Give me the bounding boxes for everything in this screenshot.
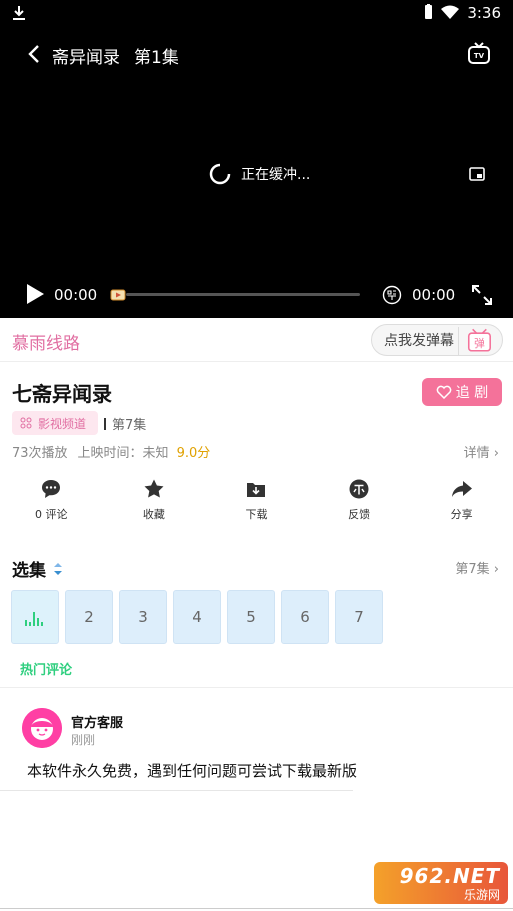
share-label: 分享	[450, 508, 473, 521]
feedback-button[interactable]: 反馈	[308, 478, 411, 528]
chevron-right-icon: ›	[493, 562, 499, 577]
current-episode-label: 第7集	[455, 562, 490, 577]
episode-item[interactable]: 3	[119, 590, 167, 644]
favorite-label: 收藏	[142, 508, 165, 521]
buffering-text: 正在缓冲...	[241, 167, 311, 183]
status-bar: 3:36	[0, 0, 513, 28]
video-title-episode: 第1集	[134, 48, 179, 68]
play-count: 73次播放	[12, 446, 68, 461]
follow-label: 追 剧	[455, 385, 489, 401]
current-time: 00:00	[54, 286, 98, 304]
download-notification-icon	[13, 6, 25, 20]
watermark-logo: 962.NET	[399, 863, 500, 888]
episode-item[interactable]: 2	[65, 590, 113, 644]
follow-button[interactable]: 追 剧	[422, 378, 502, 406]
comment-text: 本软件永久免费，遇到任何问题可尝试下载最新版	[27, 762, 358, 780]
heart-icon	[436, 385, 452, 399]
favorite-button[interactable]: 收藏	[103, 478, 206, 528]
episode-item[interactable]: 7	[335, 590, 383, 644]
video-player[interactable]: 3:36 斋异闻录 第1集 TV 正在缓冲... 00:00 00:00	[0, 0, 513, 318]
episode-item[interactable]: 4	[173, 590, 221, 644]
share-button[interactable]: 分享	[410, 478, 513, 528]
picture-in-picture-icon[interactable]	[469, 166, 485, 182]
comment-label: 0 评论	[35, 508, 68, 521]
grid-icon	[20, 417, 32, 429]
episode-tag: 第7集	[104, 414, 146, 433]
clock: 3:36	[467, 4, 501, 22]
svg-text:TV: TV	[474, 52, 485, 60]
episode-tag-label: 第7集	[112, 418, 147, 433]
share-icon	[451, 481, 472, 497]
danmu-icon-text: 弹	[474, 337, 485, 350]
release-time: 上映时间：未知	[77, 446, 169, 461]
video-title: 斋异闻录 第1集	[52, 43, 179, 68]
send-danmu-button[interactable]: 点我发弹幕 弹	[371, 324, 503, 356]
back-button[interactable]	[22, 40, 48, 68]
site-watermark: 962.NET 乐游网	[374, 862, 508, 904]
detail-link-label: 详情	[463, 446, 490, 461]
episode-section-header[interactable]: 选集	[12, 556, 64, 581]
channel-tag[interactable]: 影视频道	[12, 411, 98, 435]
progress-thumb-icon[interactable]	[110, 289, 126, 301]
app-root: 3:36 斋异闻录 第1集 TV 正在缓冲... 00:00 00:00 慕雨线路…	[0, 0, 513, 911]
equalizer-icon	[25, 612, 43, 626]
send-danmu-label: 点我发弹幕	[384, 333, 454, 349]
loading-spinner-icon	[209, 163, 231, 185]
sort-icon[interactable]	[52, 561, 64, 577]
episode-item[interactable]: 5	[227, 590, 275, 644]
battery-icon	[425, 4, 432, 19]
hot-comments-label: 热门评论	[20, 663, 73, 678]
star-icon	[144, 479, 164, 498]
episode-item[interactable]: 6	[281, 590, 329, 644]
tv-cast-icon[interactable]: TV	[467, 42, 491, 66]
action-bar: 0 评论 收藏 下载 反馈 分享	[0, 478, 513, 528]
comment-button[interactable]: 0 评论	[0, 478, 103, 528]
danmu-icon[interactable]: 弹	[458, 327, 498, 355]
video-title-name: 斋异闻录	[52, 48, 120, 68]
avatar[interactable]	[22, 708, 62, 748]
episode-list: 2 3 4 5 6 7	[11, 590, 383, 644]
detail-link[interactable]: 详情 ›	[464, 442, 499, 461]
line-selector[interactable]: 慕雨线路	[12, 329, 80, 354]
download-icon	[247, 483, 266, 497]
feedback-icon	[349, 479, 369, 499]
wifi-icon	[441, 5, 459, 19]
feedback-label: 反馈	[348, 508, 371, 521]
play-button[interactable]	[24, 282, 46, 306]
channel-tag-label: 影视频道	[38, 416, 87, 431]
bottom-divider	[0, 908, 513, 909]
show-title: 七斋异闻录	[12, 382, 112, 406]
progress-bar[interactable]	[126, 293, 360, 296]
current-episode-link[interactable]: 第7集 ›	[455, 558, 499, 577]
show-meta: 73次播放 上映时间：未知 9.0分	[12, 442, 210, 461]
comment-time: 刚刚	[71, 733, 96, 747]
episode-section-title: 选集	[12, 561, 46, 581]
buffering-indicator: 正在缓冲...	[209, 163, 310, 185]
duration-time: 00:00	[412, 286, 456, 304]
fullscreen-icon[interactable]	[471, 284, 493, 306]
comment-item: 官方客服 刚刚 本软件永久免费，遇到任何问题可尝试下载最新版	[0, 688, 357, 791]
chevron-right-icon: ›	[493, 446, 499, 461]
score: 9.0分	[176, 446, 211, 461]
skip-intro-icon[interactable]	[382, 285, 402, 305]
download-label: 下载	[245, 508, 268, 521]
episode-playing[interactable]	[11, 590, 59, 644]
watermark-sub: 乐游网	[463, 887, 500, 902]
comment-user: 官方客服	[71, 716, 124, 731]
comment-icon	[42, 480, 61, 498]
download-button[interactable]: 下载	[205, 478, 308, 528]
